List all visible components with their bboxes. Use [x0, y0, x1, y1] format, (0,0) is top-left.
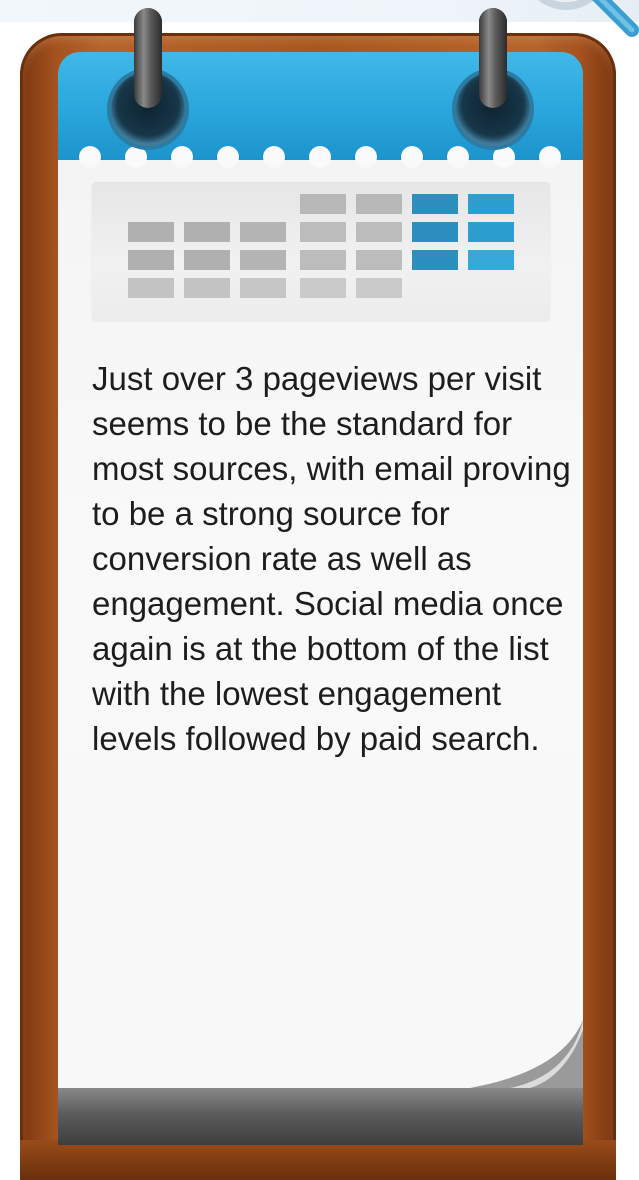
- calendar-cell: [356, 194, 402, 214]
- calendar-cell-highlight: [412, 222, 458, 242]
- note-message: Just over 3 pageviews per visit seems to…: [92, 360, 571, 757]
- calendar-cell-highlight: [412, 194, 458, 214]
- page-curl: [470, 1020, 583, 1088]
- calendar-cell: [240, 222, 286, 242]
- calendar-cell: [184, 278, 230, 298]
- calendar-cell: [240, 278, 286, 298]
- calendar-cell: [356, 222, 402, 242]
- perforation-dots: [58, 146, 583, 170]
- calendar-cell: [184, 222, 230, 242]
- calendar-cell: [128, 278, 174, 298]
- calendar-cell: [356, 278, 402, 298]
- calendar-cell: [128, 250, 174, 270]
- binder-ring-stem-right-front: [479, 8, 507, 108]
- calendar-cell: [300, 222, 346, 242]
- calendar-cell: [356, 250, 402, 270]
- calendar-cell-highlight: [468, 250, 514, 270]
- calendar-cell-highlight: [468, 222, 514, 242]
- calendar-grid-illustration: [92, 182, 550, 320]
- calendar-cell-highlight: [468, 194, 514, 214]
- calendar-cell: [300, 250, 346, 270]
- calendar-cell: [128, 222, 174, 242]
- calendar-cell: [184, 250, 230, 270]
- calendar-cell: [300, 278, 346, 298]
- paper-stack-edge: [58, 1085, 583, 1145]
- binder-ring-stem-left-front: [134, 8, 162, 108]
- calendar-cell-highlight: [412, 250, 458, 270]
- calendar-cell: [240, 250, 286, 270]
- calendar-cell: [300, 194, 346, 214]
- clipboard-bottom: [20, 1140, 616, 1180]
